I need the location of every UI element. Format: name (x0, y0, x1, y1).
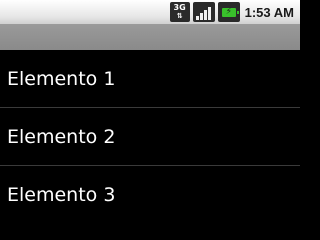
list-item-1[interactable]: Elemento 1 (0, 50, 300, 108)
data-activity-arrows-icon: ⇅ (176, 12, 183, 20)
list-item-label: Elemento 1 (7, 67, 116, 90)
network-3g-icon: 3G ⇅ (169, 2, 190, 22)
signal-strength-icon (192, 2, 215, 22)
status-bar: 3G ⇅ ⚡ 1:53 AM (0, 0, 300, 24)
status-clock: 1:53 AM (244, 4, 294, 20)
network-type-label: 3G (173, 3, 186, 12)
item-list: Elemento 1 Elemento 2 Elemento 3 (0, 50, 300, 224)
charging-bolt-icon: ⚡ (225, 6, 232, 17)
list-item-label: Elemento 3 (7, 184, 116, 206)
battery-charging-icon: ⚡ (217, 2, 240, 22)
list-item-3[interactable]: Elemento 3 (0, 166, 300, 224)
title-bar (0, 24, 300, 50)
list-item-label: Elemento 2 (7, 125, 116, 148)
list-item-2[interactable]: Elemento 2 (0, 108, 300, 166)
